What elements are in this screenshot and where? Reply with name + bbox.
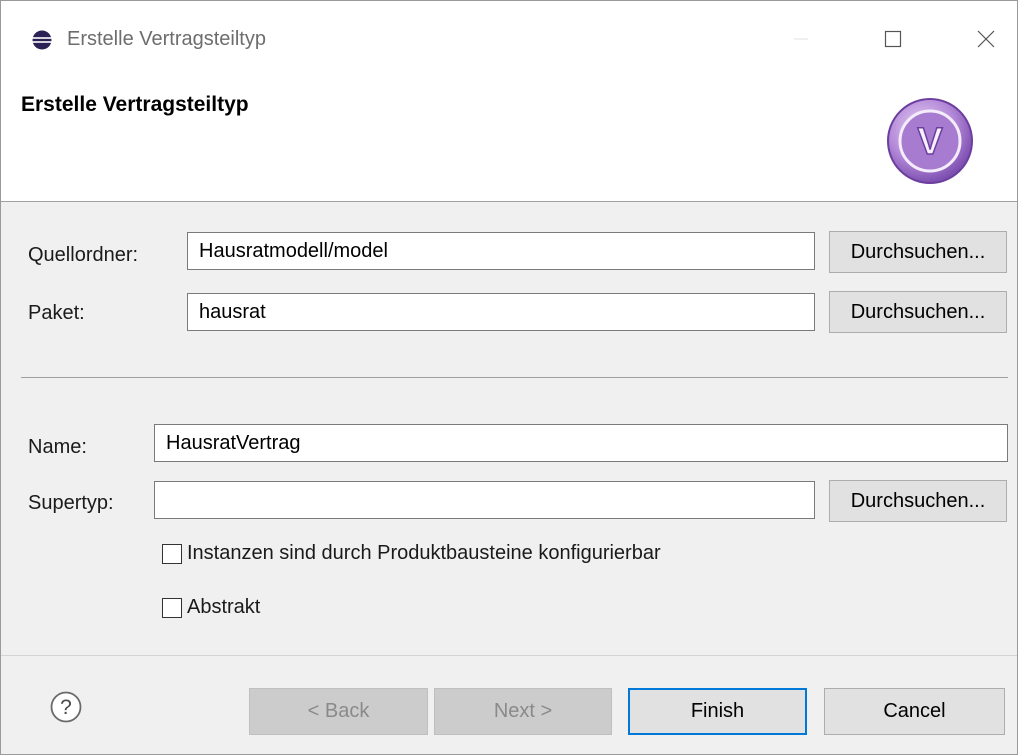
svg-text:?: ? [60,696,72,719]
title-bar[interactable]: Erstelle Vertragsteiltyp [1,1,1017,79]
back-button[interactable]: < Back [249,688,428,735]
dialog-window: Erstelle Vertragsteiltyp Erstelle Vertra… [0,0,1018,755]
window-title: Erstelle Vertragsteiltyp [67,28,266,50]
name-label: Name: [28,436,87,458]
source-folder-input[interactable] [187,232,815,270]
cancel-button[interactable]: Cancel [824,688,1005,735]
abstract-checkbox-label[interactable]: Abstrakt [187,596,260,619]
footer-separator [1,655,1017,656]
maximize-icon [884,30,902,48]
wizard-header: Erstelle Vertragsteiltyp V [1,79,1017,202]
minimize-icon [794,38,808,40]
package-browse-button[interactable]: Durchsuchen... [829,291,1007,333]
supertype-browse-button[interactable]: Durchsuchen... [829,480,1007,522]
minimize-button[interactable] [771,17,831,61]
supertype-input[interactable] [154,481,815,519]
wizard-title: Erstelle Vertragsteiltyp [21,93,249,116]
package-label: Paket: [28,302,85,324]
source-folder-label: Quellordner: [28,244,139,266]
configurable-checkbox-label[interactable]: Instanzen sind durch Produktbausteine ko… [187,542,661,565]
configurable-checkbox-row[interactable]: Instanzen sind durch Produktbausteine ko… [162,542,661,565]
source-folder-browse-button[interactable]: Durchsuchen... [829,231,1007,273]
next-button[interactable]: Next > [434,688,612,735]
v-wizard-logo-icon: V [887,98,973,184]
wizard-content: Quellordner: Durchsuchen... Paket: Durch… [1,202,1017,654]
eclipse-icon [32,30,52,50]
package-input[interactable] [187,293,815,331]
abstract-checkbox-row[interactable]: Abstrakt [162,596,260,619]
section-separator [21,377,1008,378]
logo-letter: V [917,121,943,163]
maximize-button[interactable] [863,17,923,61]
name-input[interactable] [154,424,1008,462]
close-button[interactable] [956,17,1016,61]
help-icon[interactable]: ? [50,691,82,723]
finish-button[interactable]: Finish [628,688,807,735]
close-icon [977,30,995,48]
supertype-label: Supertyp: [28,492,114,514]
abstract-checkbox[interactable] [162,597,182,618]
configurable-checkbox[interactable] [162,543,182,564]
